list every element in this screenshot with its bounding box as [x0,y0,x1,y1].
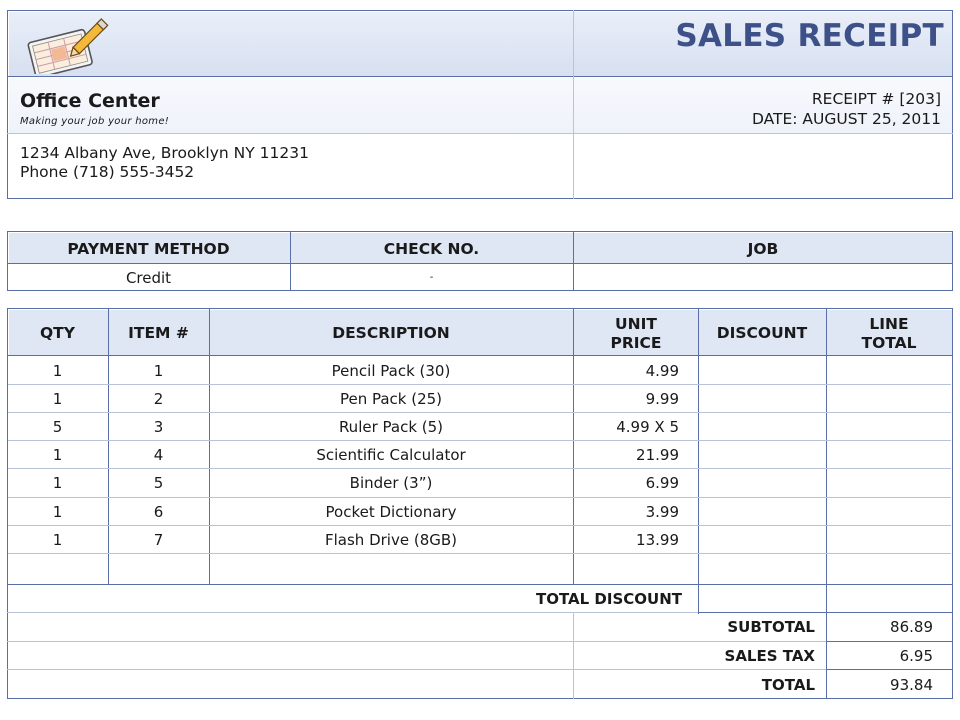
divider [7,76,953,77]
item-no-cell: 7 [153,530,164,549]
company-address: 1234 Albany Ave, Brooklyn NY 11231 [20,144,309,162]
description-cell: Binder (3”) [349,474,433,492]
item-no-cell: 1 [153,361,164,380]
qty-cell: 5 [52,417,63,436]
check-no-header: CHECK NO. [383,239,480,258]
item-no-cell: 5 [153,474,164,492]
qty-cell: 1 [52,361,63,380]
item-no-cell: 6 [153,502,164,521]
total-discount-value [698,585,826,612]
subtotal-value: 86.89 [890,618,933,636]
unit-price-cell: 4.99 [645,361,679,380]
unit-price-header: UNIT PRICE [610,315,662,352]
description-header: DESCRIPTION [332,323,450,342]
description-cell: Pencil Pack (30) [331,361,451,380]
item-no-cell [108,554,209,583]
receipt-pencil-icon [20,16,112,79]
qty-cell: 1 [52,502,63,521]
unit-price-cell: 21.99 [636,445,679,464]
subtotal-label: SUBTOTAL [727,618,815,636]
company-tagline: Making your job your home! [20,116,170,127]
total-value: 93.84 [890,675,933,694]
qty-cell: 1 [52,474,63,492]
description-cell [209,554,573,583]
page-title: SALES RECEIPT [675,18,944,54]
description-cell: Pen Pack (25) [339,389,443,408]
unit-price-cell: 3.99 [645,502,679,521]
job-value [573,264,953,291]
description-cell: Ruler Pack (5) [338,417,444,436]
qty-header: QTY [40,323,75,342]
payment-method-header: PAYMENT METHOD [67,239,230,258]
divider [7,133,953,134]
qty-cell: 1 [52,445,63,464]
discount-header: DISCOUNT [716,323,808,342]
company-phone: Phone (718) 555-3452 [20,163,195,181]
unit-price-cell [573,554,698,583]
divider [573,612,574,699]
qty-cell: 1 [52,530,63,549]
item-no-cell: 4 [153,445,164,464]
company-name: Office Center [20,90,160,112]
receipt-date: DATE: AUGUST 25, 2011 [751,110,941,128]
payment-method-value: Credit [125,268,172,287]
item-no-cell: 2 [153,389,164,408]
item-no-header: ITEM # [128,323,189,342]
sales-tax-label: SALES TAX [724,646,815,665]
divider [573,10,574,199]
qty-cell: 1 [52,389,63,408]
unit-price-cell: 9.99 [645,389,679,408]
sales-tax-value: 6.95 [899,646,933,665]
item-no-cell: 3 [153,417,164,436]
qty-cell [7,554,108,583]
total-label: TOTAL [761,675,815,694]
unit-price-cell: 6.99 [645,474,679,492]
unit-price-cell: 4.99 X 5 [616,417,679,436]
receipt-number: RECEIPT # [203] [811,90,941,108]
unit-price-cell: 13.99 [636,530,679,549]
total-discount-label: TOTAL DISCOUNT [535,589,682,608]
job-header: JOB [747,239,779,258]
description-cell: Flash Drive (8GB) [325,530,457,549]
description-cell: Pocket Dictionary [325,502,457,521]
line-total-header: LINE TOTAL [861,315,917,352]
check-no-value: - [429,272,434,283]
description-cell: Scientific Calculator [316,445,466,464]
